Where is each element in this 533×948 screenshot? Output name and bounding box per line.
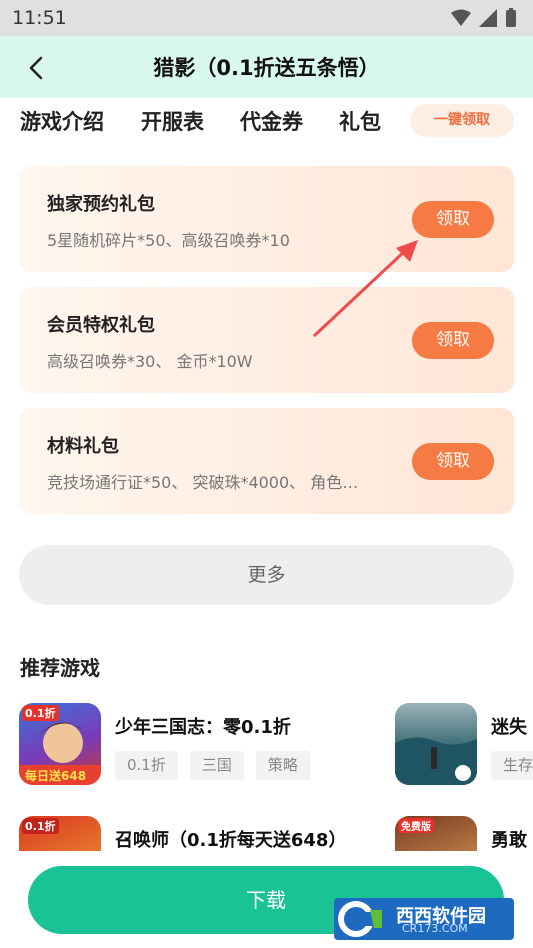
tab-vouchers[interactable]: 代金券 <box>240 106 303 136</box>
game-item[interactable]: 迷失 生存 <box>395 703 533 785</box>
watermark-subtext: CR173.COM <box>402 922 468 935</box>
game-name: 少年三国志：零0.1折 <box>115 717 291 738</box>
game-art-icon <box>395 737 477 785</box>
wifi-icon <box>451 9 471 26</box>
tab-server-list[interactable]: 开服表 <box>141 106 204 136</box>
gift-card: 会员特权礼包 高级召唤券*30、 金币*10W 领取 <box>19 287 514 393</box>
game-icon-badge: 免费版 <box>398 818 434 833</box>
game-icon-banner: 每日送648 <box>25 769 87 783</box>
game-icon-badge: 0.1折 <box>22 818 59 834</box>
game-name: 召唤师（0.1折每天送648） <box>115 830 347 851</box>
annotation-arrow-icon <box>312 240 418 338</box>
claim-button[interactable]: 领取 <box>412 443 494 480</box>
status-bar: 11:51 <box>0 0 533 36</box>
game-name: 勇敢 <box>491 830 527 851</box>
title-bar: 猎影（0.1折送五条悟） <box>0 36 533 98</box>
status-time: 11:51 <box>12 7 67 29</box>
status-icons <box>451 8 517 28</box>
game-tags: 生存 <box>491 751 533 780</box>
game-icon: 0.1折 每日送648 <box>19 703 101 785</box>
game-name: 迷失 <box>491 717 527 738</box>
gift-desc: 高级召唤券*30、 金币*10W <box>47 352 253 371</box>
gift-name: 材料礼包 <box>47 436 119 457</box>
game-tag: 策略 <box>255 751 310 780</box>
gift-name: 会员特权礼包 <box>47 315 155 336</box>
tab-gift-packs[interactable]: 礼包 <box>339 106 381 136</box>
more-button[interactable]: 更多 <box>19 545 514 605</box>
gift-name: 独家预约礼包 <box>47 194 155 215</box>
battery-icon <box>506 8 516 27</box>
watermark-logo-icon <box>338 901 382 937</box>
game-tags: 0.1折 三国 策略 <box>115 751 310 780</box>
gift-desc: 竞技场通行证*50、 突破珠*4000、 角色… <box>47 473 359 492</box>
game-icon <box>395 703 477 785</box>
site-watermark-logo: 西西软件园 CR173.COM <box>334 898 514 940</box>
gift-card: 材料礼包 竞技场通行证*50、 突破珠*4000、 角色… 领取 <box>19 408 514 514</box>
gift-card: 独家预约礼包 5星随机碎片*50、高级召唤券*10 领取 <box>19 166 514 272</box>
tab-game-intro[interactable]: 游戏介绍 <box>20 106 104 136</box>
page-title: 猎影（0.1折送五条悟） <box>153 56 380 80</box>
game-item[interactable]: 0.1折 每日送648 少年三国志：零0.1折 0.1折 三国 策略 <box>19 703 359 785</box>
claim-all-button[interactable]: 一键领取 <box>410 104 514 137</box>
game-icon-badge: 0.1折 <box>22 705 59 721</box>
section-title: 推荐游戏 <box>20 656 100 680</box>
signal-icon <box>479 9 497 27</box>
game-tag: 生存 <box>491 751 533 780</box>
game-tag: 0.1折 <box>115 751 178 780</box>
game-tag: 三国 <box>189 751 244 780</box>
